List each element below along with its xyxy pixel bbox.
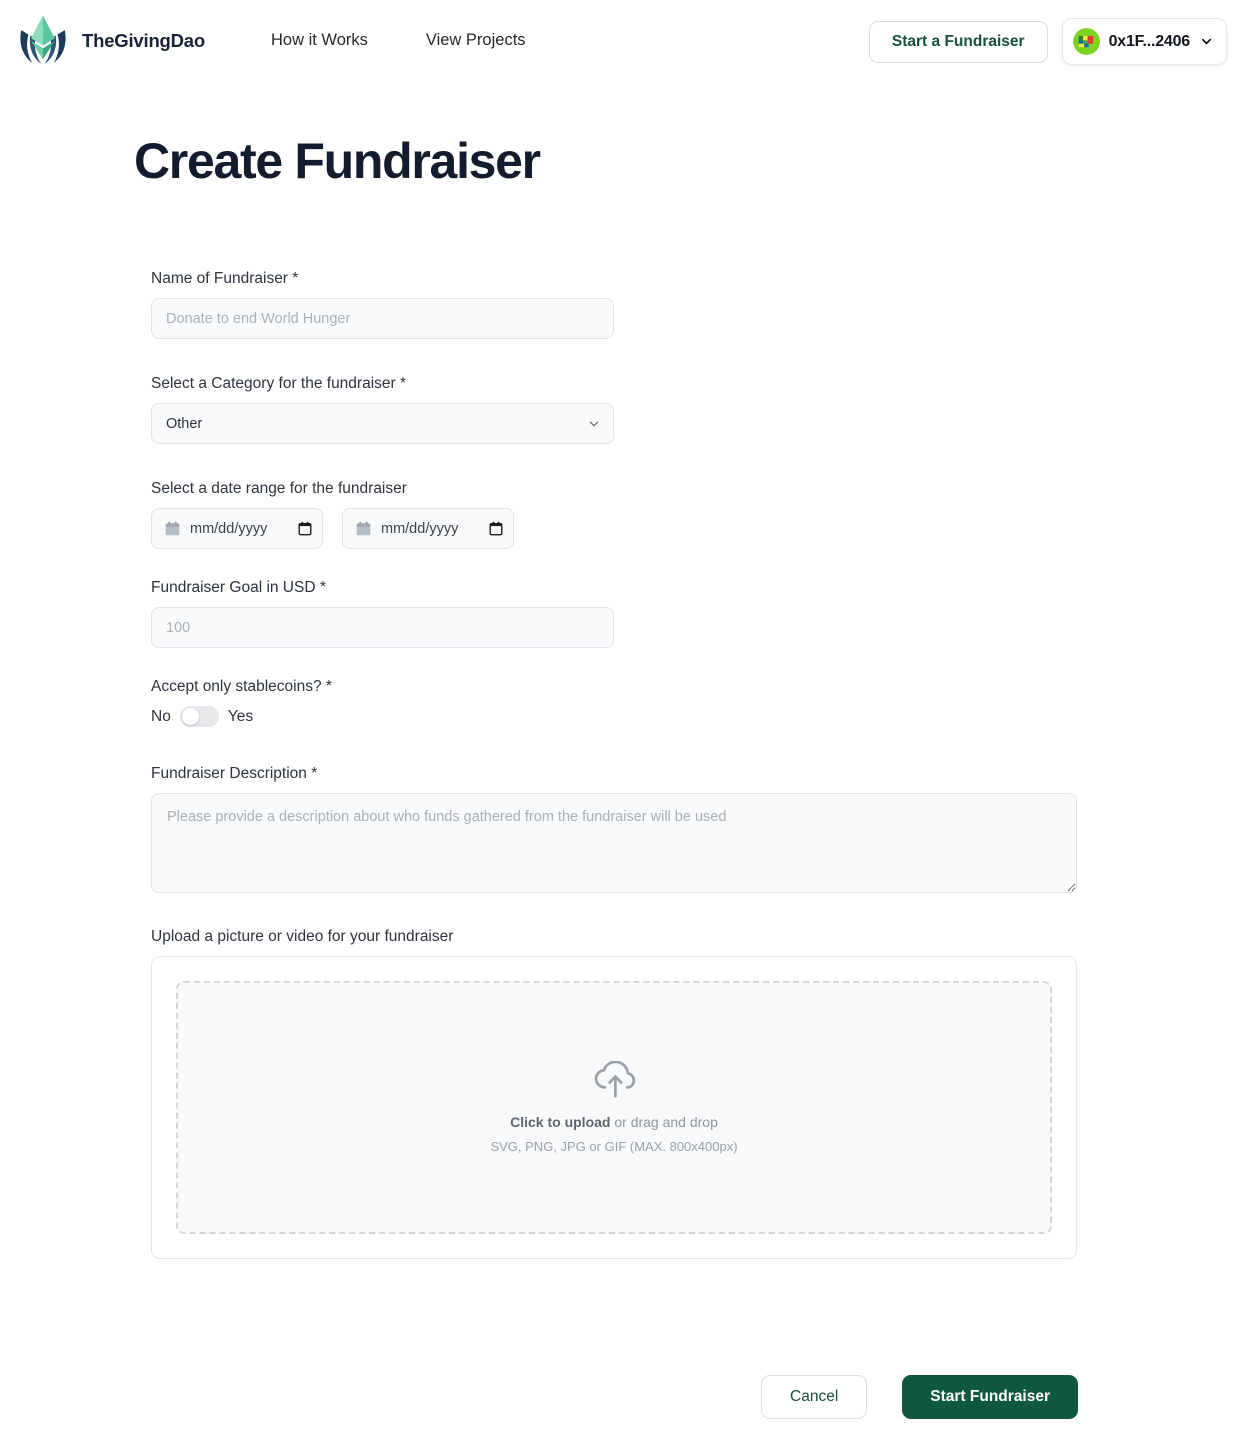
upload-cta: Click to upload or drag and drop (510, 1114, 718, 1130)
calendar-picker-icon[interactable] (298, 521, 312, 536)
end-date-input[interactable]: mm/dd/yyyy (342, 508, 514, 549)
page-title: Create Fundraiser (134, 133, 541, 189)
stablecoins-toggle[interactable] (179, 706, 219, 727)
fundraiser-description-textarea[interactable] (151, 793, 1077, 893)
end-date-value: mm/dd/yyyy (381, 520, 459, 537)
calendar-icon (165, 521, 180, 536)
field-goal: Fundraiser Goal in USD * (151, 579, 1077, 648)
wallet-blockie-avatar (1072, 28, 1100, 55)
nav-link-view-projects[interactable]: View Projects (426, 31, 526, 50)
start-fundraiser-submit-button[interactable]: Start Fundraiser (902, 1375, 1078, 1419)
wallet-address: 0x1F...2406 (1108, 32, 1191, 50)
start-date-input[interactable]: mm/dd/yyyy (151, 508, 323, 549)
field-upload: Upload a picture or video for your fundr… (151, 928, 1077, 1259)
upload-dropzone[interactable]: Click to upload or drag and drop SVG, PN… (176, 981, 1052, 1234)
field-description: Fundraiser Description * (151, 765, 1077, 898)
upload-hint: SVG, PNG, JPG or GIF (MAX. 800x400px) (490, 1139, 738, 1154)
chevron-down-icon (1201, 38, 1212, 45)
category-select[interactable]: Other (151, 403, 614, 444)
upload-cta-bold: Click to upload (510, 1114, 611, 1130)
field-category: Select a Category for the fundraiser * O… (151, 375, 1077, 444)
toggle-off-label: No (151, 707, 171, 725)
category-label: Select a Category for the fundraiser * (151, 375, 407, 392)
field-date-range: Select a date range for the fundraiser m… (151, 480, 1077, 549)
upload-cta-rest: or drag and drop (610, 1114, 718, 1130)
calendar-icon (356, 521, 371, 536)
form-actions: Cancel Start Fundraiser (761, 1375, 1078, 1419)
brand[interactable]: TheGivingDao (14, 12, 205, 70)
cloud-upload-icon (594, 1061, 635, 1098)
start-date-value: mm/dd/yyyy (190, 520, 268, 537)
name-label: Name of Fundraiser * (151, 270, 299, 287)
nav-link-how-it-works[interactable]: How it Works (271, 31, 368, 50)
upload-container: Click to upload or drag and drop SVG, PN… (151, 956, 1077, 1259)
toggle-on-label: Yes (227, 707, 254, 725)
stablecoins-label: Accept only stablecoins? * (151, 678, 332, 695)
header-actions: Start a Fundraiser 0x1F...2406 (868, 18, 1227, 65)
date-range-label: Select a date range for the fundraiser (151, 480, 407, 497)
goal-label: Fundraiser Goal in USD * (151, 579, 326, 596)
cancel-button[interactable]: Cancel (761, 1375, 868, 1419)
main-nav: How it Works View Projects (271, 31, 526, 50)
brand-name: TheGivingDao (82, 29, 205, 51)
upload-label: Upload a picture or video for your fundr… (151, 928, 454, 945)
fundraiser-goal-input[interactable] (151, 607, 614, 648)
fundraiser-name-input[interactable] (151, 298, 614, 339)
field-name: Name of Fundraiser * (151, 270, 1077, 339)
start-a-fundraiser-button[interactable]: Start a Fundraiser (868, 20, 1048, 63)
create-fundraiser-form: Name of Fundraiser * Select a Category f… (151, 270, 1077, 1259)
calendar-picker-icon[interactable] (489, 521, 503, 536)
site-header: TheGivingDao How it Works View Projects … (0, 0, 1235, 81)
description-label: Fundraiser Description * (151, 765, 318, 782)
toggle-knob (181, 708, 199, 725)
wallet-button[interactable]: 0x1F...2406 (1061, 18, 1227, 65)
field-stablecoins: Accept only stablecoins? * No Yes (151, 678, 1077, 727)
ethereum-hands-logo (20, 15, 66, 64)
